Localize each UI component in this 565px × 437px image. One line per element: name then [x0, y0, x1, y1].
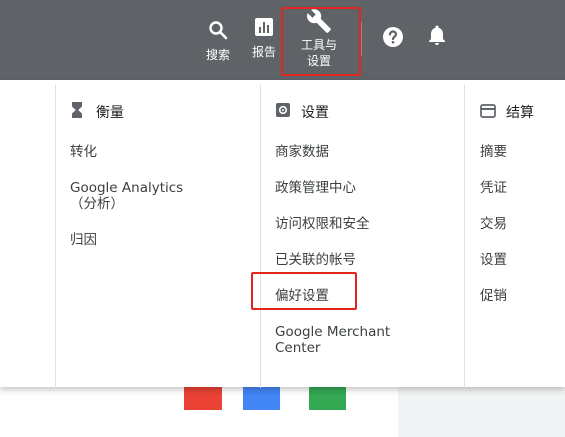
credit-card-icon — [480, 104, 496, 118]
bell-icon — [429, 25, 445, 45]
hourglass-icon — [72, 102, 82, 118]
notifications-button[interactable] — [422, 0, 452, 80]
reports-label: 报告 — [251, 45, 276, 59]
toolbar-divider — [361, 22, 362, 56]
google-blue-block — [243, 387, 280, 410]
column-heading-label: 衡量 — [96, 105, 124, 121]
menu-item-policy-manager[interactable]: 政策管理中心 — [275, 180, 356, 196]
search-label: 搜索 — [205, 48, 230, 62]
google-red-block — [184, 387, 222, 410]
menu-item-conversions[interactable]: 转化 — [70, 144, 97, 160]
page-background-side — [398, 387, 565, 437]
menu-item-google-analytics[interactable]: Google Analytics（分析） — [70, 180, 210, 212]
gear-icon — [276, 103, 290, 117]
column-divider — [464, 85, 465, 388]
tools-highlight-box — [281, 7, 361, 76]
menu-item-promotions[interactable]: 促销 — [480, 288, 507, 304]
menu-item-summary[interactable]: 摘要 — [480, 144, 507, 160]
search-button[interactable]: 搜索 — [198, 0, 238, 80]
menu-item-attribution[interactable]: 归因 — [70, 232, 97, 248]
google-green-block — [309, 387, 346, 410]
menu-item-google-merchant-center[interactable]: Google Merchant Center — [275, 324, 395, 356]
reports-button[interactable]: 报告 — [244, 0, 284, 80]
menu-item-access-and-security[interactable]: 访问权限和安全 — [275, 216, 370, 232]
menu-item-business-data[interactable]: 商家数据 — [275, 144, 329, 160]
column-heading-label: 设置 — [301, 105, 329, 121]
preferences-highlight-box — [251, 272, 357, 310]
search-icon — [209, 21, 228, 40]
column-divider — [55, 85, 56, 388]
help-button[interactable] — [378, 0, 408, 80]
tools-menu-panel: 衡量 转化 Google Analytics（分析） 归因 设置 商家数据 政策… — [0, 80, 565, 388]
column-divider — [260, 85, 261, 388]
menu-item-transactions[interactable]: 交易 — [480, 216, 507, 232]
column-heading-label: 结算 — [506, 105, 534, 121]
help-icon — [383, 27, 403, 47]
menu-item-billing-settings[interactable]: 设置 — [480, 252, 507, 268]
menu-item-documents[interactable]: 凭证 — [480, 180, 507, 196]
menu-item-linked-accounts[interactable]: 已关联的帐号 — [275, 252, 356, 268]
bar-chart-icon — [255, 18, 273, 36]
